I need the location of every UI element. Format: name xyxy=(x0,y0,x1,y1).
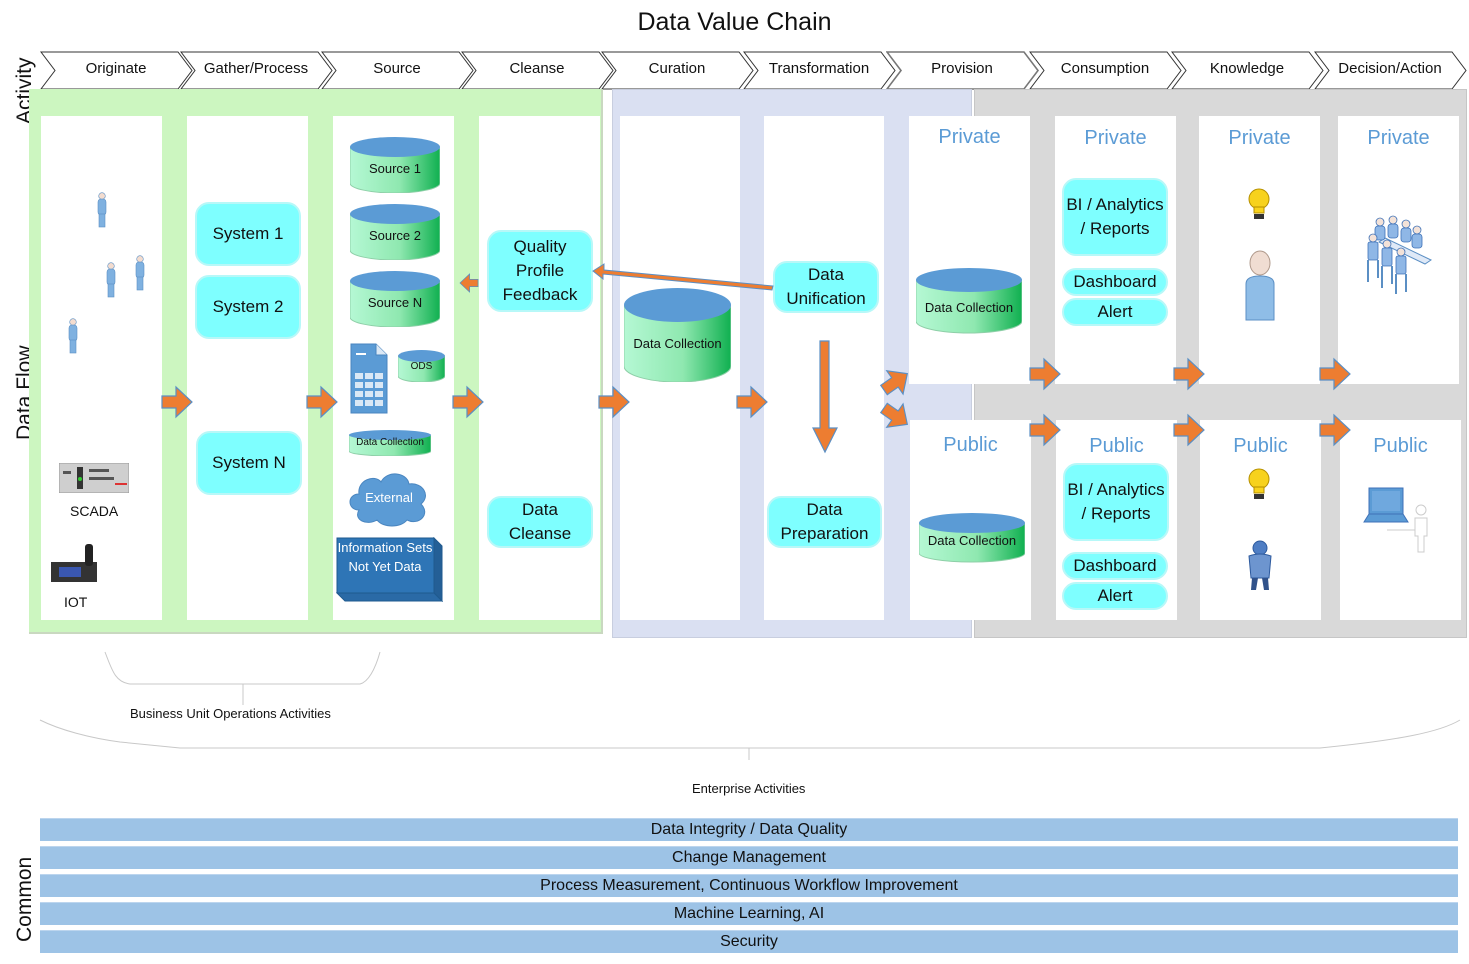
activity-step-label: Curation xyxy=(648,60,706,77)
people-icon-group xyxy=(68,192,145,354)
knowledge-private-label: Private xyxy=(1228,127,1291,149)
activity-step-label: Decision/Action xyxy=(1338,60,1442,77)
activity-step-source[interactable]: Source xyxy=(321,51,474,90)
enterprise-bracket xyxy=(39,719,1461,749)
ods-label: ODS xyxy=(410,361,433,372)
activity-step-transformation[interactable]: Transformation xyxy=(743,51,896,90)
business-unit-label: Business Unit Operations Activities xyxy=(130,706,331,721)
meeting-table-icon xyxy=(1367,215,1433,294)
gather-column xyxy=(187,116,308,620)
source-2-label: Source 2 xyxy=(368,228,422,243)
activity-step-decision-action[interactable]: Decision/Action xyxy=(1314,51,1467,90)
provision-public-data-collection-cylinder[interactable]: Data Collection xyxy=(918,513,1026,563)
knowledge-public-label: Public xyxy=(1233,435,1288,457)
source-n-label: Source N xyxy=(367,295,423,310)
activity-step-label: Gather/Process xyxy=(203,60,309,77)
scada-label: SCADA xyxy=(70,503,119,519)
source-data-collection-label: Data Collection xyxy=(356,437,424,448)
provision-public-data-collection-label: Data Collection xyxy=(927,533,1017,548)
quality-profile-feedback-box[interactable]: Quality Profile Feedback xyxy=(487,230,593,312)
curation-data-collection-label: Data Collection xyxy=(633,336,722,351)
person-icon xyxy=(97,192,107,228)
band-data-integrity: Data Integrity / Data Quality xyxy=(40,818,1458,841)
private-dashboard-box[interactable]: Dashboard xyxy=(1062,268,1168,296)
person-icon xyxy=(135,255,145,291)
iot-device-icon xyxy=(51,544,97,582)
activity-step-originate[interactable]: Originate xyxy=(40,51,193,90)
provision-private-data-collection-cylinder[interactable]: Data Collection xyxy=(915,268,1023,334)
system-n-box[interactable]: System N xyxy=(196,431,302,495)
source-data-collection-cylinder[interactable]: Data Collection xyxy=(348,430,432,457)
information-sets-label: Information Sets Not Yet Data xyxy=(337,540,433,574)
private-bi-analytics-box[interactable]: BI / Analytics / Reports xyxy=(1062,178,1168,256)
provision-private-label: Private xyxy=(938,126,1001,148)
activity-step-curation[interactable]: Curation xyxy=(601,51,754,90)
business-unit-bracket xyxy=(104,651,381,685)
information-sets-box[interactable]: Information Sets Not Yet Data xyxy=(336,537,443,602)
band-security: Security xyxy=(40,930,1458,953)
activity-step-label: Provision xyxy=(931,60,993,77)
band-change-management: Change Management xyxy=(40,846,1458,869)
provision-private-column xyxy=(909,116,1030,384)
thinking-person-icon xyxy=(1248,540,1272,590)
activity-step-label: Knowledge xyxy=(1209,60,1285,77)
source-2-cylinder[interactable]: Source 2 xyxy=(349,204,441,261)
common-label: Common xyxy=(13,856,36,942)
person-icon xyxy=(106,262,116,298)
public-bi-analytics-box[interactable]: BI / Analytics / Reports xyxy=(1063,463,1169,541)
system-2-box[interactable]: System 2 xyxy=(195,275,301,339)
activity-step-provision[interactable]: Provision xyxy=(886,51,1040,90)
system-1-box[interactable]: System 1 xyxy=(195,202,301,266)
band-process-measurement: Process Measurement, Continuous Workflow… xyxy=(40,874,1458,897)
external-label: External xyxy=(365,490,413,505)
spreadsheet-document-icon xyxy=(350,343,388,414)
activity-step-gather-process[interactable]: Gather/Process xyxy=(180,51,333,90)
activity-step-consumption[interactable]: Consumption xyxy=(1029,51,1182,90)
band-machine-learning: Machine Learning, AI xyxy=(40,902,1458,925)
provision-private-data-collection-label: Data Collection xyxy=(924,300,1014,315)
activity-step-label: Transformation xyxy=(768,60,870,77)
bracket-lines xyxy=(39,651,1461,760)
decision-public-label: Public xyxy=(1373,435,1428,457)
consumption-private-label: Private xyxy=(1084,127,1147,149)
source-1-cylinder[interactable]: Source 1 xyxy=(349,137,441,194)
activity-step-label: Originate xyxy=(85,60,147,77)
lightbulb-icon xyxy=(1248,468,1270,499)
person-icon xyxy=(68,318,78,354)
data-unification-box[interactable]: Data Unification xyxy=(773,261,879,313)
data-cleanse-box[interactable]: Data Cleanse xyxy=(487,496,593,548)
provision-public-label: Public xyxy=(943,434,998,456)
consumption-public-label: Public xyxy=(1089,435,1144,457)
curation-data-collection-cylinder[interactable]: Data Collection xyxy=(623,288,732,383)
decision-private-label: Private xyxy=(1367,127,1430,149)
database-icon xyxy=(623,288,732,383)
source-n-cylinder[interactable]: Source N xyxy=(349,271,441,328)
ods-cylinder[interactable]: ODS xyxy=(397,350,446,383)
private-alert-box[interactable]: Alert xyxy=(1062,298,1168,326)
iot-label: IOT xyxy=(64,594,88,610)
lightbulb-icon xyxy=(1248,188,1270,219)
activity-step-label: Consumption xyxy=(1060,60,1150,77)
public-dashboard-box[interactable]: Dashboard xyxy=(1062,552,1168,580)
activity-step-cleanse[interactable]: Cleanse xyxy=(461,51,614,90)
activity-step-label: Cleanse xyxy=(509,60,565,77)
activity-step-label: Source xyxy=(373,60,421,77)
person-icon xyxy=(1245,250,1275,321)
external-cloud[interactable]: External xyxy=(345,466,433,528)
diagram-title: Data Value Chain xyxy=(637,8,832,36)
laptop-user-icon xyxy=(1363,487,1428,553)
enterprise-label: Enterprise Activities xyxy=(692,781,806,796)
public-alert-box[interactable]: Alert xyxy=(1062,582,1168,610)
scada-panel-icon xyxy=(59,463,129,493)
data-preparation-box[interactable]: Data Preparation xyxy=(767,496,882,548)
source-1-label: Source 1 xyxy=(368,161,422,176)
activity-step-knowledge[interactable]: Knowledge xyxy=(1171,51,1324,90)
